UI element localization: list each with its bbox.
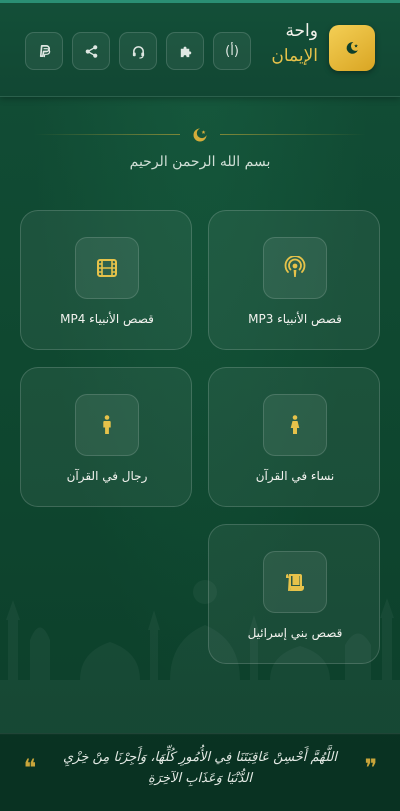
- top-accent-line: [0, 0, 400, 3]
- bismillah-text: بسم الله الرحمن الرحيم: [129, 154, 271, 170]
- card-label: قصص بني إسرائيل: [247, 626, 343, 640]
- quote-close-mark: ❝: [23, 754, 37, 782]
- share-icon: [85, 44, 97, 58]
- card-icon-box: [75, 237, 139, 299]
- card-women-in-quran[interactable]: نساء في القرآن: [208, 367, 380, 507]
- app-header: واحة الإيمان (أ): [0, 3, 400, 97]
- podcast-icon: [284, 256, 306, 277]
- film-icon: [97, 259, 117, 277]
- language-icon: (أ): [225, 43, 239, 59]
- dua-footer: ❞ اللَّهُمَّ أَحْسِنْ عَاقِبَتَنَا فِي ا…: [0, 733, 400, 811]
- card-icon-box: [75, 394, 139, 456]
- quote-open-mark: ❞: [364, 754, 378, 782]
- share-button[interactable]: [72, 32, 110, 70]
- paypal-button[interactable]: [25, 32, 63, 70]
- extensions-button[interactable]: [166, 32, 204, 70]
- card-icon-box: [263, 551, 327, 613]
- puzzle-icon: [180, 46, 191, 57]
- card-label: قصص الأنبياء MP4: [60, 312, 154, 326]
- female-icon: [290, 415, 300, 434]
- dua-quote: اللَّهُمَّ أَحْسِنْ عَاقِبَتَنَا فِي الأ…: [63, 750, 337, 786]
- card-label: رجال في القرآن: [66, 469, 148, 483]
- card-men-in-quran[interactable]: رجال في القرآن: [20, 367, 192, 507]
- ornament-line-left: [34, 134, 180, 135]
- app-logo-button[interactable]: [329, 25, 375, 71]
- paypal-icon: [39, 44, 50, 57]
- card-prophets-mp3[interactable]: قصص الأنبياء MP3: [208, 210, 380, 350]
- crescent-moon-icon: [346, 42, 358, 54]
- card-bani-israel[interactable]: قصص بني إسرائيل: [208, 524, 380, 664]
- headset-icon: [132, 45, 144, 59]
- crescent-star-icon: [193, 128, 207, 142]
- card-label: نساء في القرآن: [255, 469, 335, 483]
- card-prophets-mp4[interactable]: قصص الأنبياء MP4: [20, 210, 192, 350]
- scroll-icon: [286, 574, 304, 591]
- language-button[interactable]: (أ): [213, 32, 251, 70]
- bismillah-banner: بسم الله الرحمن الرحيم: [0, 122, 400, 182]
- card-icon-box: [263, 394, 327, 456]
- card-icon-box: [263, 237, 327, 299]
- male-icon: [103, 415, 111, 434]
- ornament-line-right: [220, 134, 366, 135]
- card-label: قصص الأنبياء MP3: [248, 312, 342, 326]
- support-button[interactable]: [119, 32, 157, 70]
